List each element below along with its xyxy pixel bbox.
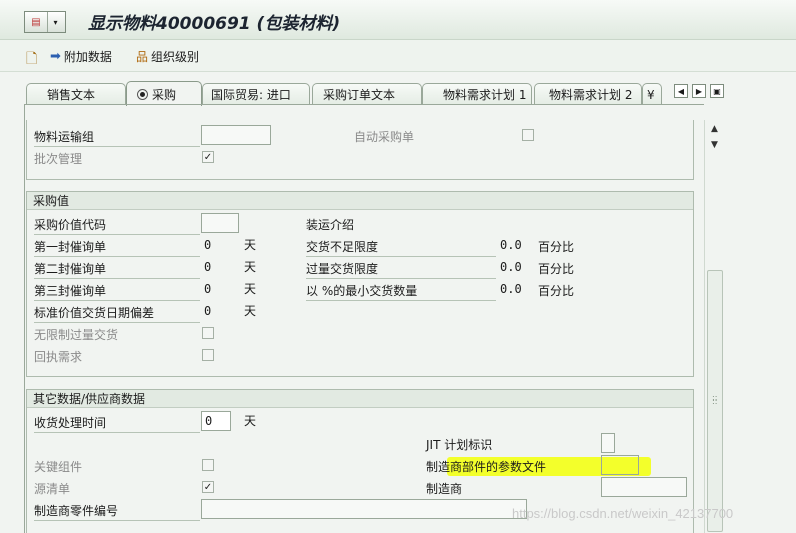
page-title: 显示物料40000691 (包装材料) [88,14,341,34]
reminder3-value[interactable]: 0 [204,282,211,296]
jit-indicator-label: JIT 计划标识 [426,438,493,452]
triangle-left-icon: ◀ [677,86,685,96]
gr-processing-time-value: 0 [205,414,213,428]
source-list-checkbox[interactable]: ✓ [202,481,214,493]
tab-mrp1[interactable]: 物料需求计划 1 [422,83,532,105]
reminder1-value[interactable]: 0 [204,238,211,252]
material-freight-group-label: 物料运输组 [34,128,200,147]
vertical-scrollbar[interactable]: ▲ ▼ :::: [704,120,726,533]
jit-indicator-field[interactable] [601,433,615,453]
overdelivery-tol-label: 过量交货限度 [306,260,496,279]
tab-strip: 销售文本 采购 国际贸易: 进口 采购订单文本 物料需求计划 1 物料需求计划 … [26,81,726,106]
gr-processing-time-field[interactable]: 0 [201,411,231,431]
tab-label: 物料需求计划 2 [549,88,633,102]
days-unit: 天 [244,304,257,318]
tab-label: 销售文本 [47,88,96,102]
sap-menu-icon: ▤ [31,16,41,28]
chevron-down-icon: ▾ [47,12,63,32]
tab-po-text[interactable]: 采购订单文本 [312,83,422,105]
scrollbar-thumb[interactable]: :::: [707,270,723,532]
gr-processing-time-label: 收货处理时间 [34,414,200,433]
application-toolbar: 🗋 ➡ 附加数据 品 组织级别 [0,40,796,72]
checkmark-icon: ✓ [203,482,213,493]
mfr-part-number-field[interactable] [201,499,527,519]
tab-more[interactable]: ¥ [642,83,662,105]
scroll-up-icon[interactable]: ▲ [711,124,718,134]
scroll-down-icon[interactable]: ▼ [711,140,718,150]
mpn-profile-label: 制造商部件的参数文件 [426,460,547,474]
critical-component-checkbox[interactable] [202,459,214,471]
tab-label: 采购 [152,87,177,102]
group-title: 其它数据/供应商数据 [27,390,693,408]
triangle-right-icon: ▶ [695,86,703,96]
grip-icon: :::: [712,393,718,406]
unlimited-overdelivery-label: 无限制过量交货 [34,328,119,342]
radio-selected-icon [137,88,148,100]
tab-label: 采购订单文本 [323,88,396,102]
percent-unit: 百分比 [538,284,575,298]
purch-value-key-field[interactable] [201,213,239,233]
shipping-instr-label: 装运介绍 [306,218,355,232]
tab-list-button[interactable]: ▣ [710,84,724,98]
checkmark-icon: ✓ [203,152,213,163]
acknowledgment-label: 回执需求 [34,350,83,364]
reminder2-label: 第二封催询单 [34,260,200,279]
overdelivery-value[interactable]: 0.0 [500,260,522,274]
new-document-icon: 🗋 [26,51,38,67]
min-delivery-qty-label: 以 %的最小交货数量 [306,282,496,301]
tab-label: 物料需求计划 1 [443,88,527,102]
percent-unit: 百分比 [538,240,575,254]
arrow-right-icon: ➡ [50,49,61,64]
critical-component-label: 关键组件 [34,460,83,474]
auto-po-label: 自动采购单 [354,130,415,144]
tab-foreign-trade-import[interactable]: 国际贸易: 进口 [202,83,310,105]
days-unit: 天 [244,414,257,428]
auto-po-checkbox[interactable] [522,129,534,141]
min-delivery-value[interactable]: 0.0 [500,282,522,296]
additional-data-label: 附加数据 [63,50,112,64]
days-unit: 天 [244,260,257,274]
underdelivery-tol-label: 交货不足限度 [306,238,496,257]
batch-management-label: 批次管理 [34,152,83,166]
purch-value-key-label: 采购价值代码 [34,216,200,235]
percent-unit: 百分比 [538,262,575,276]
source-list-label: 源清单 [34,482,71,496]
tab-scroll-left-button[interactable]: ◀ [674,84,688,98]
other-material-button[interactable]: 🗋 [26,48,37,72]
tab-label: 国际贸易: 进口 [211,88,291,102]
batch-management-checkbox[interactable]: ✓ [202,151,214,163]
system-menu-button[interactable]: ▤ ▾ [24,11,66,33]
tab-scroll-right-button[interactable]: ▶ [692,84,706,98]
std-deviation-label: 标准价值交货日期偏差 [34,304,200,323]
watermark: https://blog.csdn.net/weixin_42137700 [512,506,734,521]
tab-mrp2[interactable]: 物料需求计划 2 [534,83,642,105]
unlimited-overdelivery-checkbox[interactable] [202,327,214,339]
org-levels-label: 组织级别 [151,50,200,64]
tab-list-icon: ▣ [713,86,721,96]
manufacturer-label: 制造商 [426,482,463,496]
group-title: 采购值 [27,192,693,210]
reminder1-label: 第一封催询单 [34,238,200,257]
tab-label: ¥ [647,87,655,102]
title-bar: ▤ ▾ 显示物料40000691 (包装材料) [0,0,796,40]
tab-sales-text[interactable]: 销售文本 [26,83,126,105]
mfr-part-number-label: 制造商零件编号 [34,502,200,521]
reminder3-label: 第三封催询单 [34,282,200,301]
manufacturer-field[interactable] [601,477,687,497]
material-freight-group-field[interactable] [201,125,271,145]
std-deviation-value[interactable]: 0 [204,304,211,318]
days-unit: 天 [244,282,257,296]
underdelivery-value[interactable]: 0.0 [500,238,522,252]
mpn-profile-field[interactable] [601,455,639,475]
acknowledgment-checkbox[interactable] [202,349,214,361]
org-hierarchy-icon: 品 [136,50,149,64]
org-levels-button[interactable]: 品 组织级别 [136,48,199,65]
tab-purchasing[interactable]: 采购 [126,81,202,106]
additional-data-button[interactable]: ➡ 附加数据 [50,48,112,65]
reminder2-value[interactable]: 0 [204,260,211,274]
days-unit: 天 [244,238,257,252]
